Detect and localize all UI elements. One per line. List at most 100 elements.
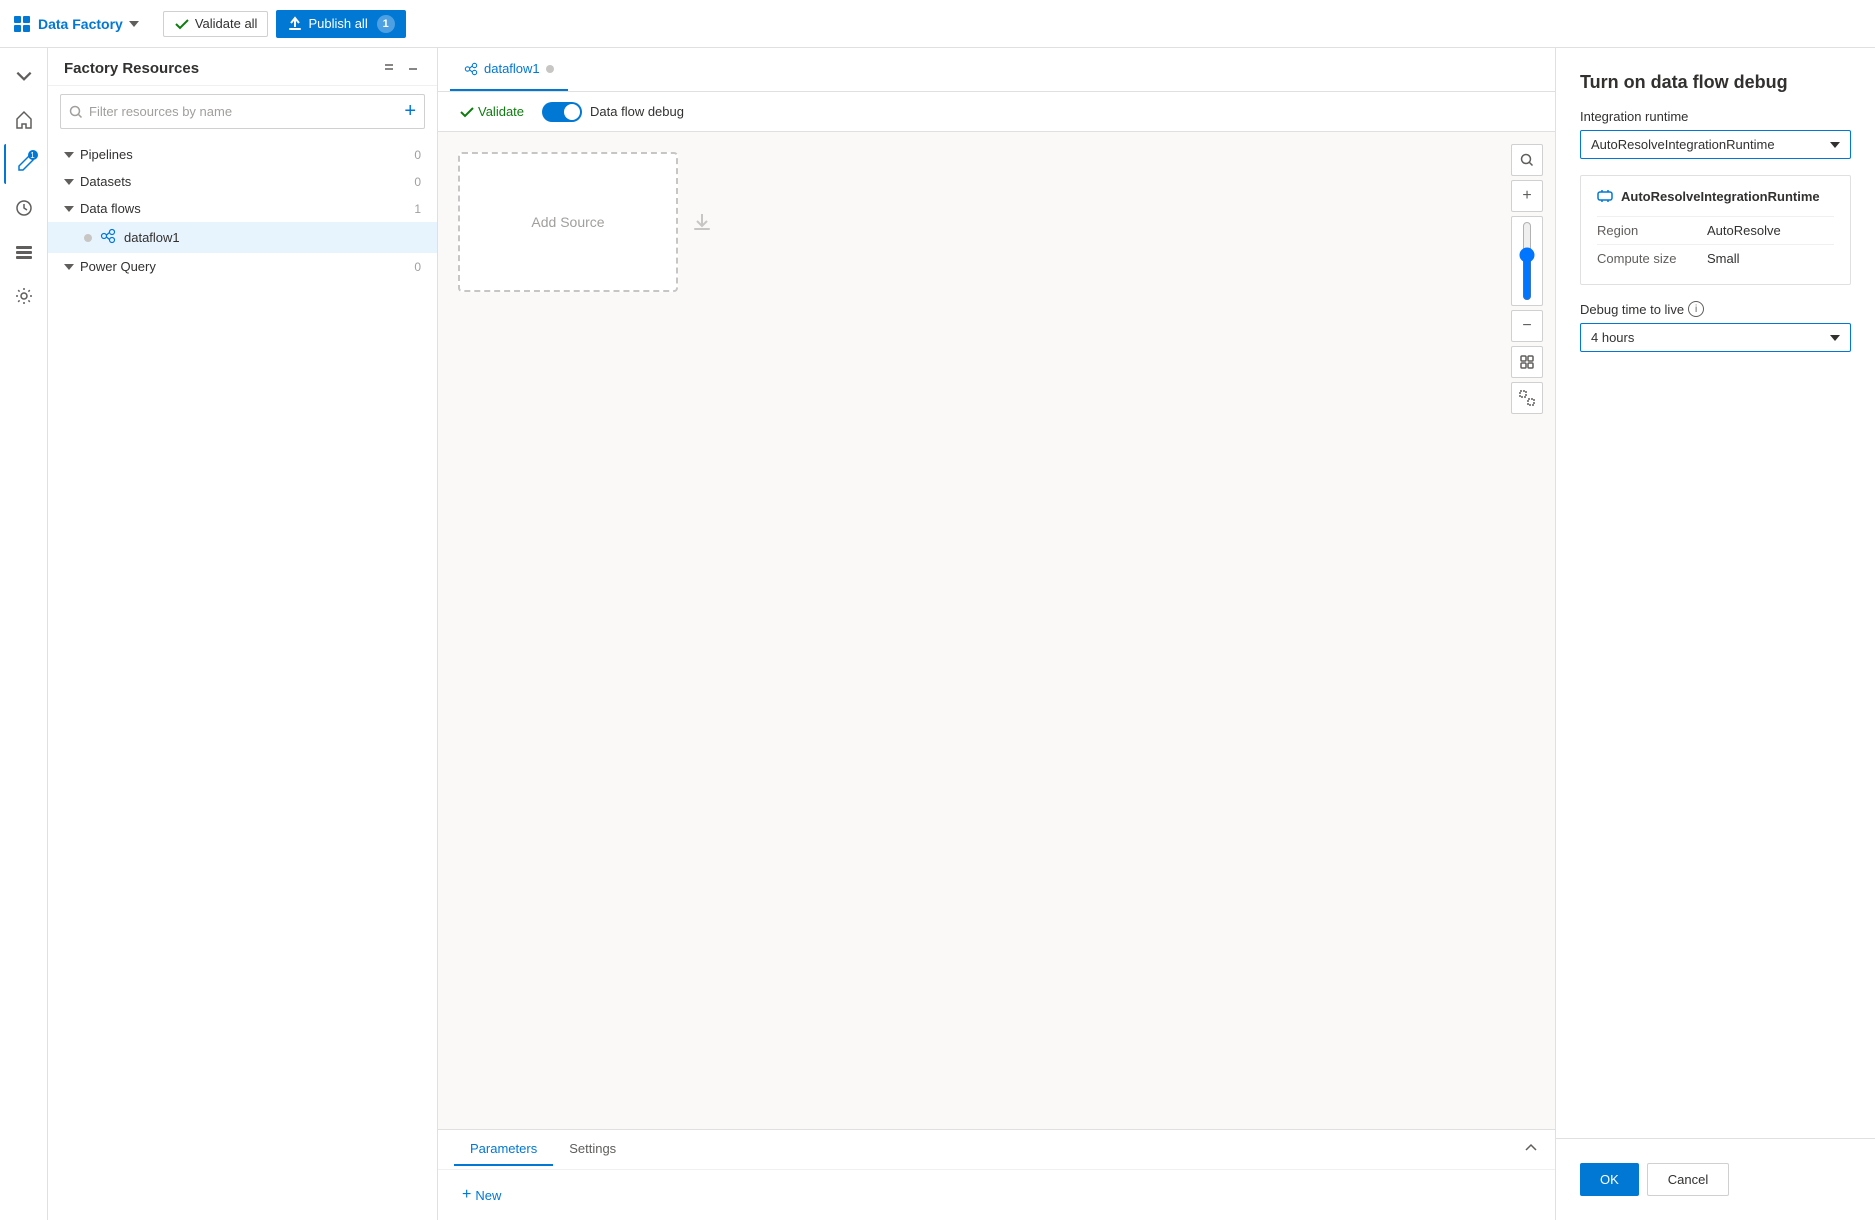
pipelines-group: Pipelines 0: [48, 141, 437, 168]
canvas-fit-btn[interactable]: [1511, 346, 1543, 378]
select-icon: [1519, 390, 1535, 406]
region-value: AutoResolve: [1707, 217, 1834, 245]
resources-list: Pipelines 0 Datasets 0: [48, 137, 437, 1220]
datasets-group-header[interactable]: Datasets 0: [48, 168, 437, 195]
sidebar-settings-btn[interactable]: [4, 276, 44, 316]
dataflow1-tab[interactable]: dataflow1: [450, 48, 568, 91]
debug-ttl-select[interactable]: 1 hour 2 hours 4 hours 8 hours: [1580, 323, 1851, 352]
add-source-arrow: [682, 202, 722, 242]
validate-btn[interactable]: Validate: [454, 100, 530, 123]
app-chevron-icon: [129, 21, 139, 27]
canvas-inner: Add Source: [438, 132, 1555, 1129]
bottom-content: + New: [438, 1170, 1555, 1220]
minimize-icon: [405, 61, 421, 77]
pipelines-group-header[interactable]: Pipelines 0: [48, 141, 437, 168]
add-source-box[interactable]: Add Source: [458, 152, 678, 292]
canvas-select-btn[interactable]: [1511, 382, 1543, 414]
dataflow1-item[interactable]: dataflow1: [48, 222, 437, 253]
pipelines-label: Pipelines: [80, 147, 133, 162]
canvas-controls: + −: [1511, 144, 1543, 414]
resources-title: Factory Resources: [64, 60, 199, 77]
right-panel-footer: OK Cancel: [1556, 1138, 1875, 1220]
dataflows-count: 1: [414, 202, 421, 216]
bottom-tabs: Parameters Settings: [454, 1133, 632, 1166]
ok-button[interactable]: OK: [1580, 1163, 1639, 1196]
zoom-out-icon: −: [1522, 317, 1531, 335]
validate-icon: [174, 16, 190, 32]
content-area: dataflow1 Validate Data flow debug: [438, 48, 1555, 1220]
dataflow-icon: [100, 228, 116, 247]
runtime-card: AutoResolveIntegrationRuntime Region Aut…: [1580, 175, 1851, 285]
zoom-slider[interactable]: [1519, 221, 1535, 301]
canvas-zoom-in-btn[interactable]: +: [1511, 180, 1543, 212]
arrow-down-icon: [690, 210, 714, 234]
collapse-icon: [381, 61, 397, 77]
compute-value: Small: [1707, 245, 1834, 273]
settings-tab[interactable]: Settings: [553, 1133, 632, 1166]
powerquery-group: Power Query 0: [48, 253, 437, 280]
debug-ttl-section: Debug time to live i 1 hour 2 hours 4 ho…: [1556, 301, 1875, 368]
debug-ttl-label: Debug time to live: [1580, 302, 1684, 317]
minimize-panel-btn[interactable]: [405, 61, 421, 77]
canvas-search-btn[interactable]: [1511, 144, 1543, 176]
publish-icon: [287, 16, 303, 32]
runtime-table: Region AutoResolve Compute size Small: [1597, 216, 1834, 272]
debug-toggle[interactable]: [542, 102, 582, 122]
manage-icon: [14, 242, 34, 262]
tab-bar: dataflow1: [438, 48, 1555, 92]
app-name: Data Factory: [38, 16, 123, 32]
dataflow1-label: dataflow1: [124, 230, 180, 245]
dataflow1-status-dot: [84, 234, 92, 242]
bottom-panel-collapse-btn[interactable]: [1523, 1140, 1539, 1159]
region-label: Region: [1597, 217, 1707, 245]
collapse-panel-btn[interactable]: [381, 61, 397, 77]
right-panel-spacer: [1556, 368, 1875, 1138]
powerquery-label: Power Query: [80, 259, 156, 274]
search-input[interactable]: [89, 104, 394, 119]
canvas-area[interactable]: Add Source +: [438, 132, 1555, 1129]
dataflows-group-header[interactable]: Data flows 1: [48, 195, 437, 222]
home-icon: [14, 110, 34, 130]
canvas-search-icon: [1519, 152, 1535, 168]
debug-ttl-info-icon[interactable]: i: [1688, 301, 1704, 317]
parameters-tab[interactable]: Parameters: [454, 1133, 553, 1166]
powerquery-expand-icon: [64, 264, 74, 270]
canvas-zoom-out-btn[interactable]: −: [1511, 310, 1543, 342]
new-parameter-btn[interactable]: + New: [454, 1182, 1539, 1208]
sidebar-manage-btn[interactable]: [4, 232, 44, 272]
debug-toggle-label: Data flow debug: [590, 104, 684, 119]
validate-all-button[interactable]: Validate all: [163, 11, 269, 37]
expand-icon: [14, 66, 34, 86]
sidebar-expand-btn[interactable]: [4, 56, 44, 96]
canvas-container: Add Source +: [438, 132, 1555, 1220]
right-panel: Turn on data flow debug Integration runt…: [1555, 48, 1875, 1220]
integration-runtime-select[interactable]: AutoResolveIntegrationRuntime: [1580, 130, 1851, 159]
canvas-toolbar: Validate Data flow debug: [438, 92, 1555, 132]
main-layout: 1 Factory Resources +: [0, 48, 1875, 1220]
debug-toggle-container: Data flow debug: [542, 102, 684, 122]
chevron-up-icon: [1523, 1140, 1539, 1156]
compute-label: Compute size: [1597, 245, 1707, 273]
bottom-panel-header: Parameters Settings: [438, 1130, 1555, 1170]
dataflows-label: Data flows: [80, 201, 141, 216]
app-title-btn[interactable]: Data Factory: [12, 14, 139, 34]
sidebar-monitor-btn[interactable]: [4, 188, 44, 228]
pipelines-expand-icon: [64, 152, 74, 158]
add-resource-btn[interactable]: +: [404, 100, 416, 123]
icon-sidebar: 1: [0, 48, 48, 1220]
cancel-button[interactable]: Cancel: [1647, 1163, 1729, 1196]
zoom-in-icon: +: [1522, 187, 1531, 205]
sidebar-author-btn[interactable]: 1: [4, 144, 44, 184]
powerquery-group-header[interactable]: Power Query 0: [48, 253, 437, 280]
datasets-count: 0: [414, 175, 421, 189]
datasets-label: Datasets: [80, 174, 131, 189]
topbar: Data Factory Validate all Publish all 1: [0, 0, 1875, 48]
new-plus-icon: +: [462, 1186, 471, 1204]
publish-all-button[interactable]: Publish all 1: [276, 10, 405, 38]
sidebar-home-btn[interactable]: [4, 100, 44, 140]
datasets-group: Datasets 0: [48, 168, 437, 195]
runtime-compute-row: Compute size Small: [1597, 245, 1834, 273]
toggle-thumb: [564, 104, 580, 120]
settings-icon: [14, 286, 34, 306]
resources-header: Factory Resources: [48, 48, 437, 86]
